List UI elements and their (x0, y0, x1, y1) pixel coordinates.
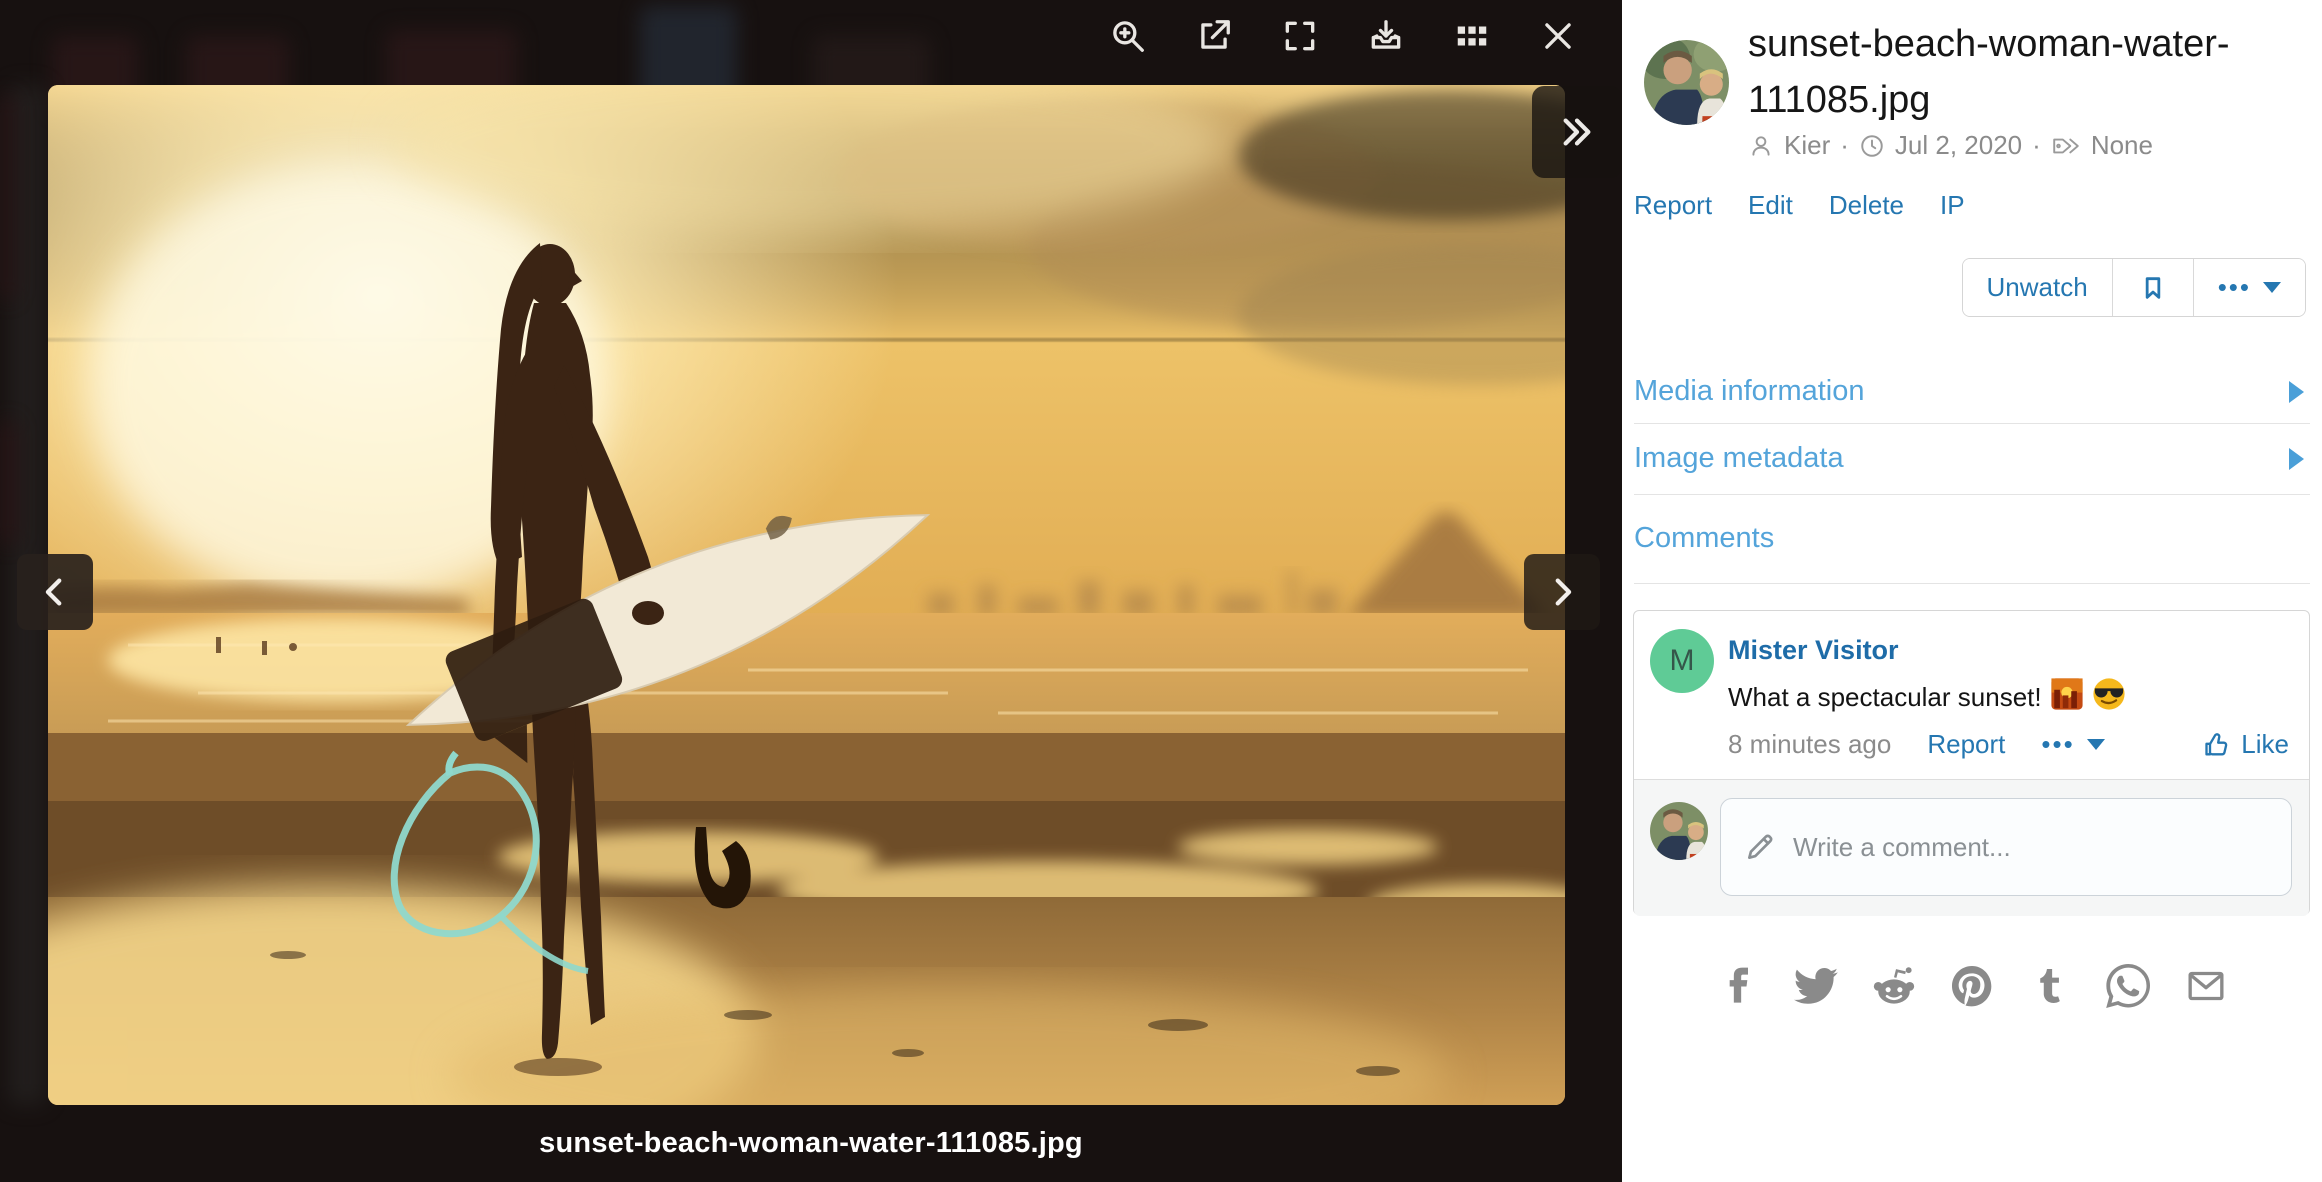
blurred-red-strip (0, 95, 14, 300)
chevron-left-icon (38, 575, 72, 609)
share-tumblr-button[interactable] (2026, 962, 2074, 1010)
media-author[interactable]: Kier (1784, 130, 1830, 161)
media-title: sunset-beach-woman-water-111085.jpg (1748, 16, 2308, 128)
delete-link[interactable]: Delete (1829, 190, 1904, 221)
sunset-emoji (2050, 677, 2084, 718)
comment-report-link[interactable]: Report (1927, 729, 2005, 760)
like-label: Like (2241, 729, 2289, 760)
thumbnails-grid-button[interactable] (1448, 12, 1496, 60)
comment-footer: 8 minutes ago Report ••• Like (1728, 729, 2289, 760)
caret-down-icon (2087, 739, 2105, 750)
unwatch-button[interactable]: Unwatch (1963, 259, 2113, 316)
double-chevron-right-icon (1557, 115, 1597, 149)
sunglasses-emoji (2092, 677, 2126, 718)
comments-heading-row: Comments (1634, 494, 2310, 584)
lightbox-stage: sunset-beach-woman-water-111085.jpg (0, 0, 1622, 1182)
lightbox-caption: sunset-beach-woman-water-111085.jpg (0, 1127, 1622, 1160)
more-options-button[interactable]: ••• (2194, 259, 2305, 316)
open-in-new-icon (1195, 17, 1233, 55)
comment-text: What a spectacular sunset! (1728, 682, 2042, 713)
section-media-information[interactable]: Media information (1634, 360, 2310, 424)
close-button[interactable] (1534, 12, 1582, 60)
pinterest-icon (1952, 963, 1992, 1009)
current-user-avatar (1650, 802, 1708, 860)
share-email-button[interactable] (2182, 962, 2230, 1010)
twitter-icon (1793, 964, 1839, 1008)
comments-container: M Mister Visitor What a spectacular suns… (1633, 610, 2310, 915)
open-in-new-button[interactable] (1190, 12, 1238, 60)
fullscreen-icon (1281, 17, 1319, 55)
share-reddit-button[interactable] (1870, 962, 1918, 1010)
media-action-button-group: Unwatch ••• (1962, 258, 2306, 317)
owner-avatar[interactable] (1644, 40, 1729, 125)
comment-more-button[interactable]: ••• (2041, 729, 2104, 760)
bookmark-button[interactable] (2113, 259, 2194, 316)
owner-avatar-image (1644, 40, 1729, 125)
whatsapp-icon (2106, 964, 2150, 1008)
comment-input-wrap (1720, 798, 2292, 896)
facebook-icon (1718, 964, 1758, 1008)
section-image-metadata[interactable]: Image metadata (1634, 423, 2310, 495)
media-lightbox-page: sunset-beach-woman-water-111085.jpg suns… (0, 0, 2322, 1182)
download-button[interactable] (1362, 12, 1410, 60)
comments-heading: Comments (1634, 522, 1774, 555)
zoom-in-icon (1109, 17, 1147, 55)
email-icon (2184, 966, 2228, 1006)
meta-separator: · (1840, 130, 1849, 161)
fullscreen-button[interactable] (1276, 12, 1324, 60)
image-metadata-label: Image metadata (1634, 442, 1844, 475)
share-pinterest-button[interactable] (1948, 962, 1996, 1010)
comment-text-row: What a spectacular sunset! (1728, 677, 2126, 718)
media-tags: None (2091, 130, 2153, 161)
chevron-right-icon (1545, 575, 1579, 609)
blurred-red-strip (0, 420, 16, 545)
commenter-avatar-letter: M (1670, 644, 1695, 678)
download-icon (1367, 17, 1405, 55)
comment-composer-row (1634, 779, 2309, 916)
prev-media-button[interactable] (17, 554, 93, 630)
moderation-links: Report Edit Delete IP (1634, 190, 1965, 221)
bookmark-icon (2139, 273, 2167, 303)
caret-down-icon (2263, 282, 2281, 293)
commenter-avatar[interactable]: M (1650, 629, 1714, 693)
clock-icon (1859, 133, 1885, 159)
ip-link[interactable]: IP (1940, 190, 1965, 221)
expand-arrow-icon (2289, 381, 2304, 403)
reddit-icon (1871, 964, 1917, 1008)
tumblr-icon (2033, 963, 2067, 1009)
thumbnails-grid-icon (1453, 17, 1491, 55)
user-icon (1748, 133, 1774, 159)
tags-icon (2051, 133, 2081, 159)
comment-timestamp[interactable]: 8 minutes ago (1728, 729, 1891, 760)
share-icons-row (1622, 962, 2322, 1010)
lightbox-image[interactable] (48, 85, 1565, 1105)
share-whatsapp-button[interactable] (2104, 962, 2152, 1010)
media-information-label: Media information (1634, 375, 1865, 408)
commenter-name[interactable]: Mister Visitor (1728, 635, 1899, 666)
share-twitter-button[interactable] (1792, 962, 1840, 1010)
zoom-in-button[interactable] (1104, 12, 1152, 60)
sidebar-toggle-button[interactable] (1532, 86, 1622, 178)
sunset-beach-photo-art (48, 85, 1565, 1105)
meta-separator: · (2032, 130, 2041, 161)
report-link[interactable]: Report (1634, 190, 1712, 221)
lightbox-toolbar (1104, 12, 1582, 60)
ellipsis-label: ••• (2218, 272, 2251, 303)
comment-like-button[interactable]: Like (2203, 729, 2289, 760)
media-date: Jul 2, 2020 (1895, 130, 2022, 161)
comment-ellipsis: ••• (2041, 729, 2074, 760)
edit-link[interactable]: Edit (1748, 190, 1793, 221)
close-icon (1539, 17, 1577, 55)
media-meta-row: Kier · Jul 2, 2020 · None (1748, 130, 2153, 161)
unwatch-label: Unwatch (1987, 272, 2088, 303)
thumbs-up-icon (2203, 731, 2231, 759)
comment-input[interactable] (1720, 798, 2292, 896)
next-media-button[interactable] (1524, 554, 1600, 630)
expand-arrow-icon (2289, 448, 2304, 470)
share-facebook-button[interactable] (1714, 962, 1762, 1010)
media-info-panel: sunset-beach-woman-water-111085.jpg Kier… (1622, 0, 2322, 1182)
